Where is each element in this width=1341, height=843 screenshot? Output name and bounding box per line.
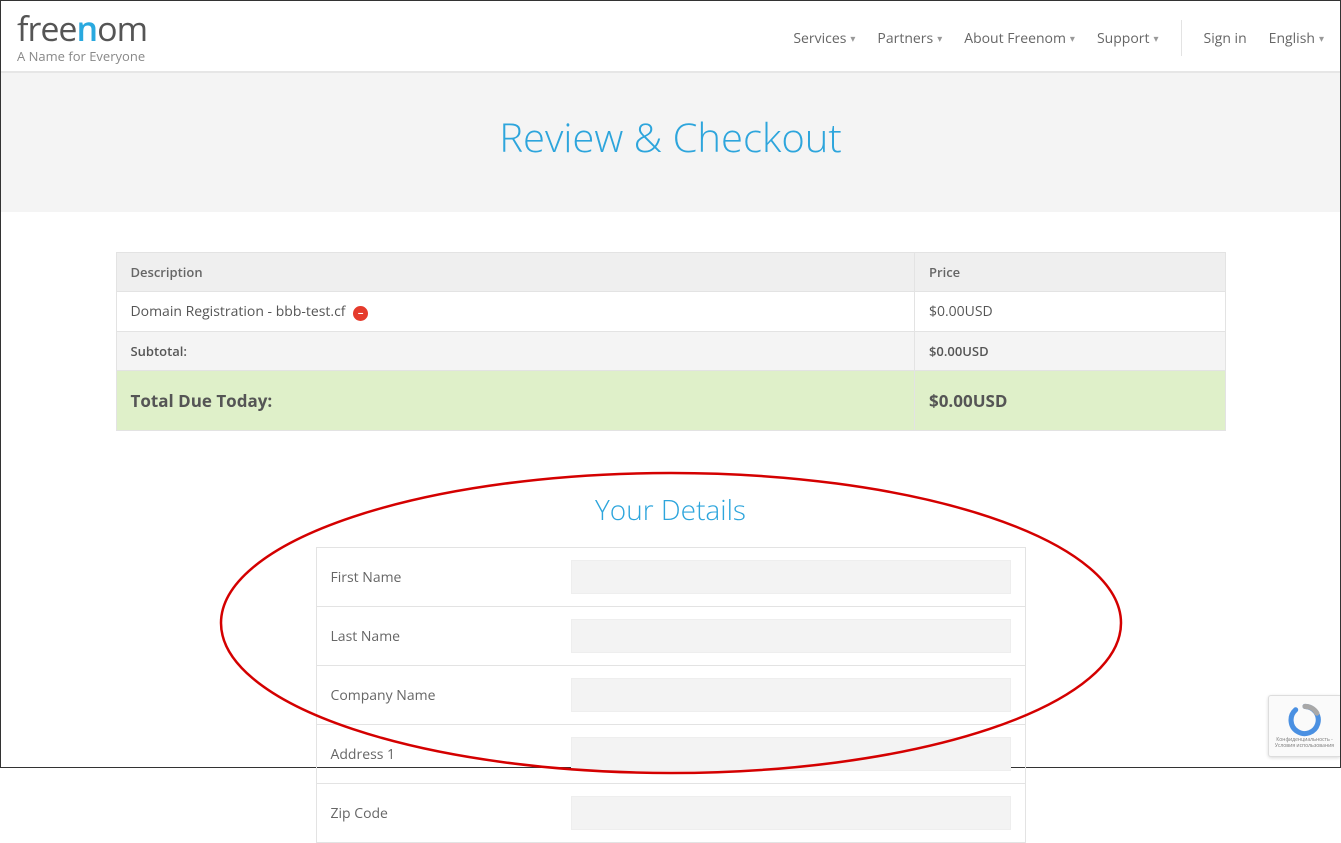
cart-table: Description Price Domain Registration - … xyxy=(116,252,1226,431)
logo: freenom xyxy=(17,11,147,45)
nav-right: Services ▾ Partners ▾ About Freenom ▾ Su… xyxy=(793,20,1324,56)
nav-services[interactable]: Services ▾ xyxy=(793,29,855,48)
cart-item-description-cell: Domain Registration - bbb-test.cf − xyxy=(116,292,914,332)
last-name-input[interactable] xyxy=(571,619,1011,653)
cart-item-row: Domain Registration - bbb-test.cf − $0.0… xyxy=(116,292,1225,332)
nav-separator xyxy=(1181,20,1182,56)
cart-header-description: Description xyxy=(116,253,914,292)
field-row-company: Company Name xyxy=(317,666,1025,725)
nav-support-label: Support xyxy=(1097,29,1150,48)
cart-item-description: Domain Registration - bbb-test.cf xyxy=(131,302,346,321)
company-name-input[interactable] xyxy=(571,678,1011,712)
field-row-last-name: Last Name xyxy=(317,607,1025,666)
details-box: First Name Last Name Company Name Addres… xyxy=(316,547,1026,843)
chevron-down-icon: ▾ xyxy=(937,31,942,45)
address1-label: Address 1 xyxy=(331,745,571,764)
page-title: Review & Checkout xyxy=(1,109,1340,164)
logo-part-n: n xyxy=(77,5,98,51)
logo-part-om: om xyxy=(97,5,147,51)
cart-subtotal-label: Subtotal: xyxy=(116,332,914,371)
nav-about-label: About Freenom xyxy=(964,29,1066,48)
logo-part-free: free xyxy=(17,5,77,51)
recaptcha-badge[interactable]: Конфиденциальность - Условия использован… xyxy=(1268,695,1340,757)
first-name-label: First Name xyxy=(331,568,571,587)
nav-language-label: English xyxy=(1269,29,1315,48)
chevron-down-icon: ▾ xyxy=(1070,31,1075,45)
zip-code-label: Zip Code xyxy=(331,804,571,823)
cart-subtotal-row: Subtotal: $0.00USD xyxy=(116,332,1225,371)
cart-item-price: $0.00USD xyxy=(914,292,1225,332)
cart-header-price: Price xyxy=(914,253,1225,292)
brand[interactable]: freenom A Name for Everyone xyxy=(17,11,147,65)
address1-input[interactable] xyxy=(571,737,1011,771)
nav-language[interactable]: English ▾ xyxy=(1269,29,1324,48)
nav-signin[interactable]: Sign in xyxy=(1204,29,1247,48)
field-row-first-name: First Name xyxy=(317,548,1025,607)
cart-wrap: Description Price Domain Registration - … xyxy=(116,252,1226,431)
chevron-down-icon: ▾ xyxy=(1319,31,1324,45)
field-row-address1: Address 1 xyxy=(317,725,1025,784)
cart-subtotal-value: $0.00USD xyxy=(914,332,1225,371)
chevron-down-icon: ▾ xyxy=(1153,31,1158,45)
company-name-label: Company Name xyxy=(331,686,571,705)
details-title: Your Details xyxy=(1,491,1340,529)
cart-total-value: $0.00USD xyxy=(914,371,1225,431)
nav-partners-label: Partners xyxy=(877,29,933,48)
nav-support[interactable]: Support ▾ xyxy=(1097,29,1159,48)
chevron-down-icon: ▾ xyxy=(850,31,855,45)
remove-item-icon[interactable]: − xyxy=(353,306,368,321)
recaptcha-icon xyxy=(1288,703,1322,737)
brand-tagline: A Name for Everyone xyxy=(17,47,147,65)
cart-total-label: Total Due Today: xyxy=(116,371,914,431)
cart-header-row: Description Price xyxy=(116,253,1225,292)
last-name-label: Last Name xyxy=(331,627,571,646)
nav-partners[interactable]: Partners ▾ xyxy=(877,29,942,48)
nav-about[interactable]: About Freenom ▾ xyxy=(964,29,1075,48)
nav-services-label: Services xyxy=(793,29,846,48)
recaptcha-line2: Условия использования xyxy=(1275,743,1334,749)
topbar: freenom A Name for Everyone Services ▾ P… xyxy=(1,1,1340,73)
zip-code-input[interactable] xyxy=(571,796,1011,830)
nav-signin-label: Sign in xyxy=(1204,29,1247,48)
cart-total-row: Total Due Today: $0.00USD xyxy=(116,371,1225,431)
first-name-input[interactable] xyxy=(571,560,1011,594)
title-band: Review & Checkout xyxy=(1,73,1340,212)
field-row-zip: Zip Code xyxy=(317,784,1025,842)
